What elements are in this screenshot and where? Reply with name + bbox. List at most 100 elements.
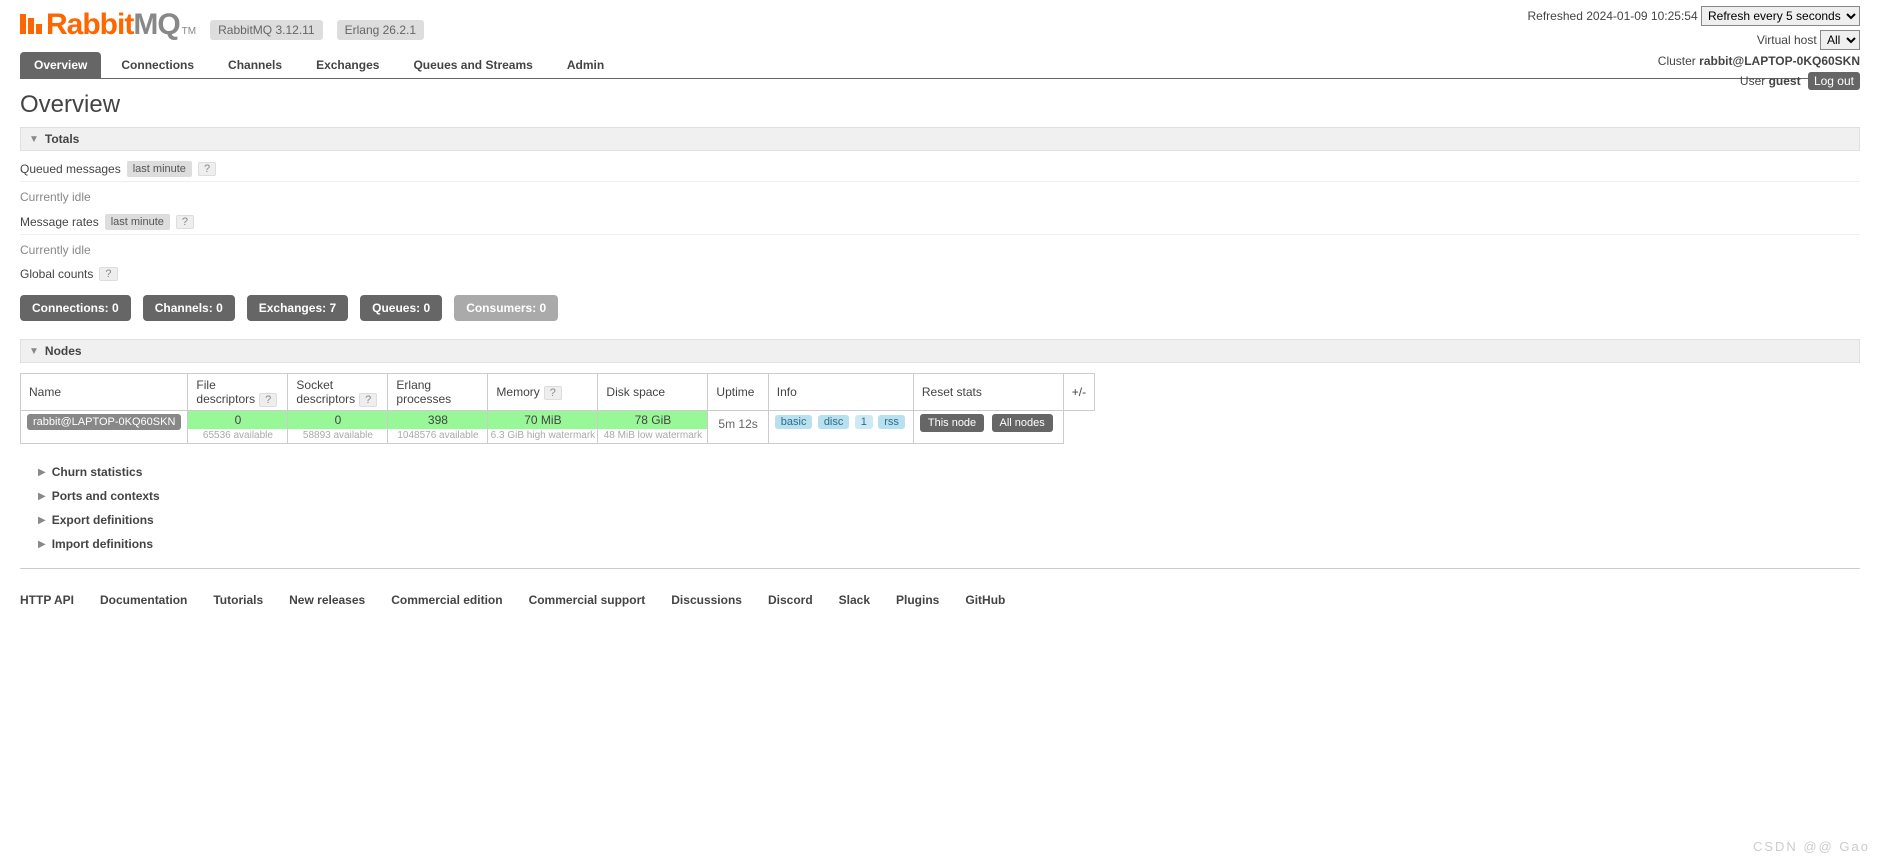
nodes-table: Name File descriptors? Socket descriptor… [20, 373, 1095, 444]
footer-commercial-edition[interactable]: Commercial edition [391, 593, 502, 607]
count-connections[interactable]: Connections: 0 [20, 295, 131, 321]
tab-overview[interactable]: Overview [20, 52, 101, 78]
table-row: rabbit@LAPTOP-0KQ60SKN 065536 available … [21, 411, 1095, 444]
ep-sub: 1048576 available [388, 429, 487, 443]
queued-messages-label: Queued messages [20, 162, 121, 176]
info-one[interactable]: 1 [855, 415, 873, 429]
sd-value: 0 [288, 411, 387, 429]
export-label: Export definitions [52, 513, 154, 527]
refreshed-time: 2024-01-09 10:25:54 [1586, 9, 1697, 23]
info-cell: basic disc 1 rss [768, 411, 913, 444]
col-disk: Disk space [598, 374, 708, 411]
footer-discussions[interactable]: Discussions [671, 593, 742, 607]
chevron-down-icon: ▼ [29, 346, 39, 357]
col-mem: Memory? [488, 374, 598, 411]
help-icon[interactable]: ? [99, 267, 117, 281]
watermark: CSDN @@ Gao [1753, 839, 1870, 854]
tab-admin[interactable]: Admin [553, 52, 618, 78]
help-icon[interactable]: ? [359, 393, 377, 407]
churn-label: Churn statistics [52, 465, 143, 479]
count-queues[interactable]: Queues: 0 [360, 295, 442, 321]
footer-new-releases[interactable]: New releases [289, 593, 365, 607]
nodes-title: Nodes [45, 344, 82, 358]
logo-tm: TM [182, 26, 196, 37]
col-reset: Reset stats [913, 374, 1063, 411]
reset-this-node-button[interactable]: This node [920, 414, 984, 432]
fd-value: 0 [188, 411, 287, 429]
import-label: Import definitions [52, 537, 153, 551]
mem-value: 70 MiB [488, 411, 597, 429]
count-consumers[interactable]: Consumers: 0 [454, 295, 558, 321]
footer-documentation[interactable]: Documentation [100, 593, 187, 607]
user-value: guest [1769, 74, 1801, 88]
ports-label: Ports and contexts [52, 489, 160, 503]
disk-sub: 48 MiB low watermark [598, 429, 707, 443]
col-info: Info [768, 374, 913, 411]
help-icon[interactable]: ? [176, 215, 194, 229]
last-minute-badge[interactable]: last minute [105, 214, 170, 230]
node-name-link[interactable]: rabbit@LAPTOP-0KQ60SKN [27, 414, 181, 430]
vhost-select[interactable]: All [1820, 30, 1860, 50]
reset-cell: This node All nodes [913, 411, 1063, 444]
info-rss[interactable]: rss [878, 415, 905, 429]
info-basic[interactable]: basic [775, 415, 813, 429]
ep-value: 398 [388, 411, 487, 429]
message-rates-label: Message rates [20, 215, 99, 229]
chevron-down-icon: ▼ [29, 134, 39, 145]
footer-slack[interactable]: Slack [839, 593, 870, 607]
footer-http-api[interactable]: HTTP API [20, 593, 74, 607]
chevron-right-icon: ▶ [38, 539, 46, 550]
help-icon[interactable]: ? [259, 393, 277, 407]
logout-button[interactable]: Log out [1808, 72, 1860, 90]
reset-all-nodes-button[interactable]: All nodes [992, 414, 1053, 432]
footer-tutorials[interactable]: Tutorials [213, 593, 263, 607]
nodes-section-header[interactable]: ▼ Nodes [20, 339, 1860, 363]
export-definitions-toggle[interactable]: ▶ Export definitions [38, 508, 1860, 532]
footer-commercial-support[interactable]: Commercial support [529, 593, 646, 607]
footer-github[interactable]: GitHub [965, 593, 1005, 607]
queued-idle-text: Currently idle [20, 190, 1860, 204]
col-pm[interactable]: +/- [1063, 374, 1094, 411]
user-label: User [1740, 74, 1765, 88]
import-definitions-toggle[interactable]: ▶ Import definitions [38, 532, 1860, 556]
tab-exchanges[interactable]: Exchanges [302, 52, 393, 78]
table-header-row: Name File descriptors? Socket descriptor… [21, 374, 1095, 411]
col-fd: File descriptors? [188, 374, 288, 411]
help-icon[interactable]: ? [544, 386, 562, 400]
sd-sub: 58893 available [288, 429, 387, 443]
page-title: Overview [20, 91, 1860, 119]
info-disc[interactable]: disc [818, 415, 850, 429]
churn-statistics-toggle[interactable]: ▶ Churn statistics [38, 460, 1860, 484]
tab-channels[interactable]: Channels [214, 52, 296, 78]
refresh-interval-select[interactable]: Refresh every 5 seconds [1701, 6, 1860, 26]
cluster-label: Cluster [1658, 54, 1696, 68]
footer-plugins[interactable]: Plugins [896, 593, 939, 607]
top-right-panel: Refreshed 2024-01-09 10:25:54 Refresh ev… [1528, 6, 1861, 94]
cluster-value: rabbit@LAPTOP-0KQ60SKN [1699, 54, 1860, 68]
count-exchanges[interactable]: Exchanges: 7 [247, 295, 348, 321]
footer-discord[interactable]: Discord [768, 593, 813, 607]
chevron-right-icon: ▶ [38, 515, 46, 526]
tab-queues-streams[interactable]: Queues and Streams [399, 52, 546, 78]
col-name: Name [21, 374, 188, 411]
chevron-right-icon: ▶ [38, 491, 46, 502]
count-channels[interactable]: Channels: 0 [143, 295, 235, 321]
last-minute-badge[interactable]: last minute [127, 161, 192, 177]
logo-bars-icon [20, 14, 44, 34]
mem-sub: 6.3 GiB high watermark [488, 429, 597, 443]
col-uptime: Uptime [708, 374, 768, 411]
rates-idle-text: Currently idle [20, 243, 1860, 257]
footer-links: HTTP API Documentation Tutorials New rel… [0, 593, 1880, 607]
col-ep: Erlang processes [388, 374, 488, 411]
global-counts-label: Global counts [20, 267, 93, 281]
totals-section-header[interactable]: ▼ Totals [20, 127, 1860, 151]
chevron-right-icon: ▶ [38, 467, 46, 478]
vhost-label: Virtual host [1757, 33, 1817, 47]
divider [20, 568, 1860, 569]
tab-connections[interactable]: Connections [107, 52, 208, 78]
ports-contexts-toggle[interactable]: ▶ Ports and contexts [38, 484, 1860, 508]
logo-text-rabbit: Rabbit [46, 8, 133, 42]
uptime-value: 5m 12s [708, 411, 768, 444]
global-counts-row: Connections: 0 Channels: 0 Exchanges: 7 … [20, 295, 1860, 321]
help-icon[interactable]: ? [198, 162, 216, 176]
